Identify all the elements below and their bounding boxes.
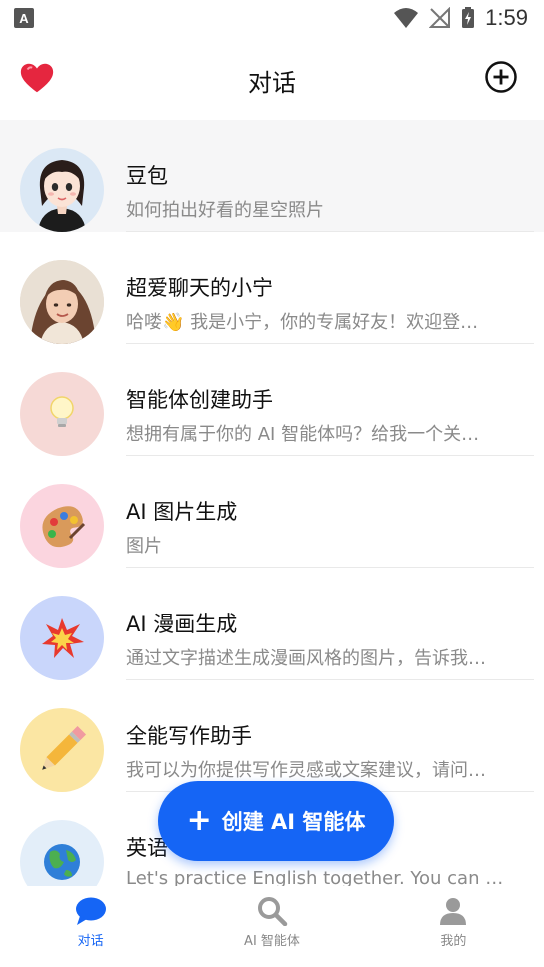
- globe-icon: [20, 820, 104, 886]
- lightbulb-icon: [20, 372, 104, 456]
- tab-conversations[interactable]: 对话: [0, 886, 181, 967]
- conversation-preview: 如何拍出好看的星空照片: [126, 200, 324, 221]
- page-title: 对话: [248, 68, 296, 97]
- tab-label: 对话: [77, 934, 104, 949]
- tab-me[interactable]: 我的: [363, 886, 544, 967]
- xiaoning-avatar: [20, 260, 104, 344]
- conversation-preview: 我可以为你提供写作灵感或文案建议，请问…: [126, 760, 486, 781]
- conversation-name: 超爱聊天的小宁: [126, 276, 273, 300]
- doubao-avatar: [20, 148, 104, 232]
- wifi-icon: [394, 8, 419, 28]
- conversation-preview: 通过文字描述生成漫画风格的图片，告诉我…: [126, 648, 486, 669]
- tab-ai-agents[interactable]: AI 智能体: [181, 886, 362, 967]
- conversation-item-xiaoning[interactable]: 超爱聊天的小宁 哈喽👋 我是小宁，你的专属好友！欢迎登…: [0, 232, 544, 344]
- person-icon: [440, 898, 467, 925]
- conversation-list: 豆包 如何拍出好看的星空照片 超爱聊天的小宁 哈喽👋 我是小宁，你的专属好友！欢…: [0, 120, 544, 886]
- conversation-preview: 哈喽👋 我是小宁，你的专属好友！欢迎登…: [126, 312, 479, 333]
- no-signal-icon: [429, 7, 451, 28]
- add-conversation-icon[interactable]: [484, 60, 518, 94]
- tab-label: 我的: [440, 934, 467, 949]
- conversation-preview: Let's practice English together. You can…: [126, 868, 506, 886]
- explosion-icon: [20, 596, 104, 680]
- chat-bubble-icon: [75, 897, 106, 925]
- create-agent-label: 创建 AI 智能体: [221, 810, 366, 834]
- bottom-tab-bar: 对话 AI 智能体 我的: [0, 886, 544, 967]
- conversation-name: 全能写作助手: [126, 724, 252, 748]
- conversation-item-writing[interactable]: 全能写作助手 我可以为你提供写作灵感或文案建议，请问…: [0, 680, 544, 792]
- palette-icon: [20, 484, 104, 568]
- pencil-icon: [20, 708, 104, 792]
- conversation-name: 豆包: [126, 164, 168, 188]
- status-bar: A 1:59: [0, 0, 544, 36]
- tab-label: AI 智能体: [244, 934, 300, 949]
- conversation-item-doubao[interactable]: 豆包 如何拍出好看的星空照片: [0, 120, 544, 232]
- clock: 1:59: [485, 5, 528, 30]
- conversation-item-comic-gen[interactable]: AI 漫画生成 通过文字描述生成漫画风格的图片，告诉我…: [0, 568, 544, 680]
- accessibility-badge-icon: A: [14, 8, 34, 28]
- conversation-name: AI 漫画生成: [126, 612, 238, 636]
- conversation-preview: 想拥有属于你的 AI 智能体吗？给我一个关…: [126, 424, 480, 445]
- plus-icon: +: [186, 803, 212, 838]
- heart-icon[interactable]: [18, 60, 56, 98]
- conversation-preview: 图片: [126, 536, 162, 557]
- battery-charging-icon: [462, 7, 475, 28]
- conversation-name: 智能体创建助手: [126, 388, 273, 412]
- conversation-name: AI 图片生成: [126, 500, 238, 524]
- app-bar: 对话: [0, 50, 544, 110]
- conversation-item-image-gen[interactable]: AI 图片生成 图片: [0, 456, 544, 568]
- conversation-item-agent-creator[interactable]: 智能体创建助手 想拥有属于你的 AI 智能体吗？给我一个关…: [0, 344, 544, 456]
- search-icon: [257, 897, 288, 926]
- create-agent-button[interactable]: + 创建 AI 智能体: [158, 781, 394, 861]
